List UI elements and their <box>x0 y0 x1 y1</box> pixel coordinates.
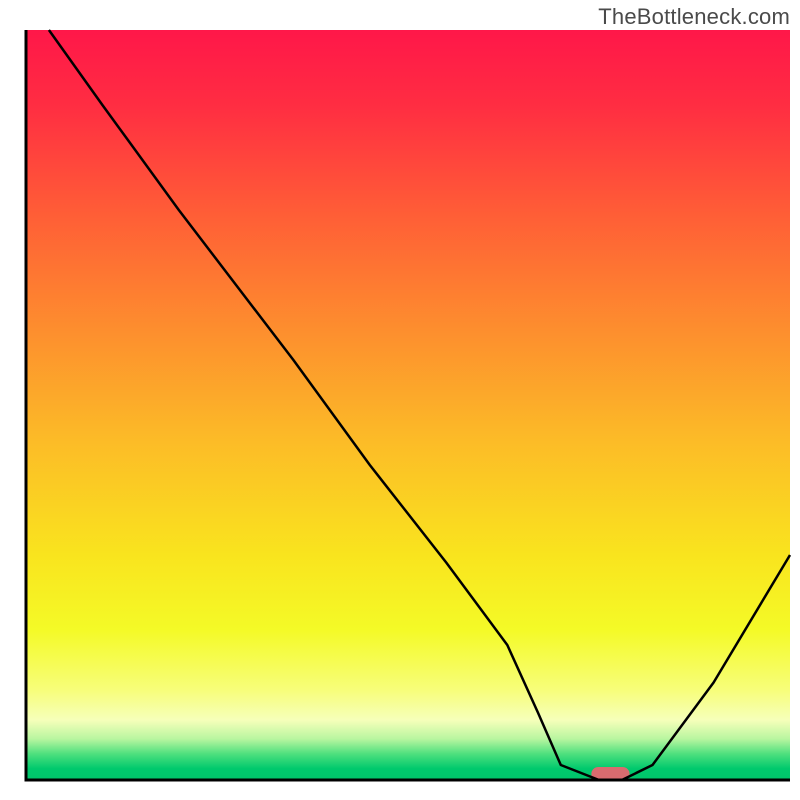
chart-container: TheBottleneck.com <box>0 0 800 800</box>
gradient-background <box>26 30 790 780</box>
bottleneck-chart <box>0 0 800 800</box>
